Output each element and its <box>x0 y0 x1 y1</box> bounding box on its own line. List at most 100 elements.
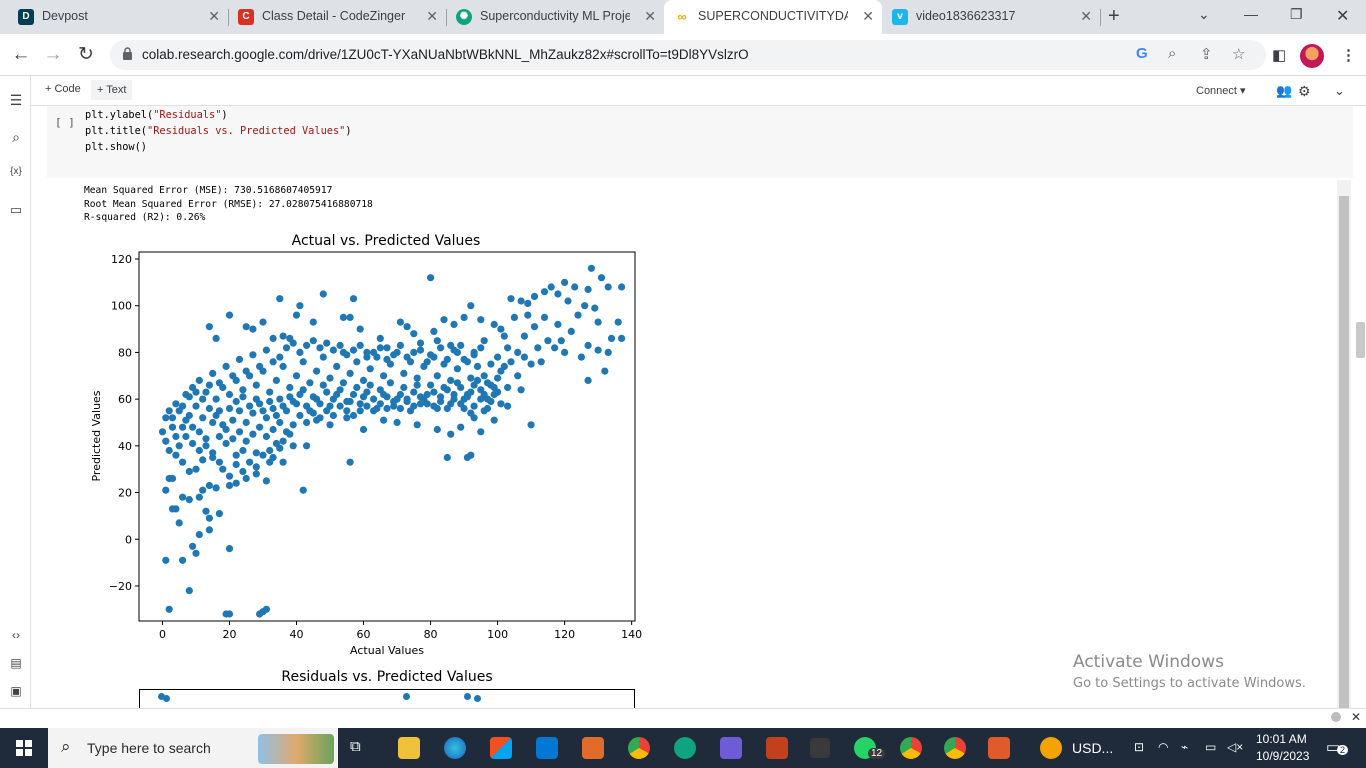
close-icon[interactable]: ✕ <box>426 8 438 24</box>
run-cell-button[interactable]: [ ] <box>55 116 75 129</box>
tab-superconductivitydata[interactable]: ∞ SUPERCONDUCTIVITYDATA ✕ <box>664 0 882 34</box>
search-placeholder[interactable]: Type here to search <box>87 740 211 756</box>
x-tick-label: 140 <box>621 628 642 641</box>
bookmark-star-icon[interactable]: ☆ <box>1232 45 1245 63</box>
scatter-point <box>534 344 542 352</box>
scatter-point <box>246 458 254 466</box>
search-icon[interactable]: ⌕ <box>7 129 25 146</box>
kebab-menu-icon[interactable]: ⋮ <box>1341 46 1356 64</box>
table-of-contents-icon[interactable]: ☰ <box>7 92 25 109</box>
scatter-point <box>383 344 391 352</box>
clock-date[interactable]: 10/9/2023 <box>1256 749 1309 763</box>
back-button[interactable]: ← <box>8 42 34 68</box>
new-tab-button[interactable]: + <box>1108 5 1120 28</box>
taskbar-search-box[interactable]: ⌕ Type here to search <box>48 728 338 768</box>
settings-app-icon[interactable] <box>766 737 788 759</box>
command-palette-icon[interactable]: ▤ <box>7 656 25 670</box>
data-points <box>158 264 626 618</box>
scatter-point <box>306 379 314 387</box>
add-code-button[interactable]: + Code <box>45 83 81 95</box>
chatgpt-app-icon[interactable] <box>674 737 696 759</box>
code-line[interactable]: plt.show() <box>85 141 147 153</box>
terminal-icon[interactable]: ▣ <box>7 684 25 698</box>
share-users-icon[interactable]: 👥 <box>1276 83 1292 99</box>
network-icon[interactable]: ⌁ <box>1181 740 1188 754</box>
settings-gear-icon[interactable]: ⚙ <box>1298 83 1311 100</box>
profile-avatar[interactable] <box>1300 44 1324 68</box>
side-panel-icon[interactable]: ◧ <box>1272 46 1286 64</box>
scatter-point <box>420 395 428 403</box>
file-explorer-icon[interactable] <box>398 737 420 759</box>
scatter-point <box>279 362 287 370</box>
output-scrollbar-thumb[interactable] <box>1339 196 1349 708</box>
chrome-profile-icon[interactable] <box>900 737 922 759</box>
battery-icon[interactable]: ▭ <box>1205 740 1216 754</box>
forward-button[interactable]: → <box>40 42 66 68</box>
scatter-point <box>527 421 535 429</box>
scatter-point <box>460 313 468 321</box>
scatter-point <box>202 442 210 450</box>
wifi-icon[interactable]: ◠ <box>1158 740 1168 754</box>
scatter-point <box>544 337 552 345</box>
tab-devpost[interactable]: D Devpost ✕ <box>8 0 228 34</box>
snipping-tool-icon[interactable] <box>988 737 1010 759</box>
microsoft-store-icon[interactable] <box>490 737 512 759</box>
scatter-point <box>319 381 327 389</box>
code-line[interactable]: plt.title("Residuals vs. Predicted Value… <box>85 125 352 137</box>
chrome-profile-icon[interactable] <box>944 737 966 759</box>
search-highlight-image[interactable] <box>258 734 334 764</box>
restore-button[interactable]: ❐ <box>1290 6 1303 23</box>
minimize-button[interactable]: — <box>1244 6 1258 22</box>
connect-button[interactable]: Connect ▾ <box>1196 84 1246 97</box>
collapse-chevron-icon[interactable]: ⌄ <box>1334 83 1345 99</box>
close-icon[interactable]: ✕ <box>644 8 656 24</box>
meet-now-icon[interactable]: ⊡ <box>1134 740 1144 754</box>
app-icon[interactable] <box>720 737 742 759</box>
terminal-app-icon[interactable] <box>810 738 830 758</box>
share-icon[interactable]: ⇪ <box>1200 45 1213 63</box>
close-icon[interactable]: ✕ <box>1351 710 1361 724</box>
close-icon[interactable]: ✕ <box>1080 8 1092 24</box>
reload-button[interactable]: ↻ <box>73 42 99 68</box>
code-snippets-icon[interactable]: ‹› <box>7 628 25 642</box>
tab-codezinger[interactable]: C Class Detail - CodeZinger ✕ <box>228 0 446 34</box>
page-scrollbar-thumb[interactable] <box>1356 322 1365 358</box>
scatter-point <box>520 353 528 361</box>
code-line[interactable]: plt.ylabel("Residuals") <box>85 109 228 121</box>
task-view-icon[interactable]: ⧉ <box>350 738 361 755</box>
close-icon[interactable]: ✕ <box>208 8 220 24</box>
horizontal-scrollbar[interactable]: ✕ <box>0 708 1366 728</box>
chrome-icon[interactable] <box>628 737 650 759</box>
windows-start-icon[interactable] <box>16 740 32 756</box>
mail-icon[interactable] <box>536 737 558 759</box>
x-tick-label: 100 <box>487 628 508 641</box>
scatter-point <box>453 365 461 373</box>
scatter-point <box>219 421 227 429</box>
zoom-icon[interactable]: ⌕ <box>1168 45 1176 62</box>
scatter-point <box>195 493 203 501</box>
add-text-button[interactable]: + Text <box>91 80 133 100</box>
watermark-title: Activate Windows <box>1073 652 1224 672</box>
lock-icon[interactable] <box>122 47 133 60</box>
codezinger-icon: C <box>238 9 254 25</box>
address-bar[interactable]: colab.research.google.com/drive/1ZU0cT-Y… <box>110 40 1266 70</box>
volume-muted-icon[interactable]: ◁× <box>1227 740 1243 754</box>
tab-superconductivity[interactable]: ✺ Superconductivity ML Proje ✕ <box>446 0 664 34</box>
clock-time[interactable]: 10:01 AM <box>1256 732 1307 746</box>
close-window-button[interactable]: ✕ <box>1336 6 1349 26</box>
tab-search-icon[interactable]: ⌄ <box>1198 6 1210 23</box>
scatter-point <box>433 372 441 380</box>
media-player-icon[interactable] <box>582 737 604 759</box>
scatter-point <box>403 323 411 331</box>
close-icon[interactable]: ✕ <box>862 8 874 24</box>
files-folder-icon[interactable]: ▭ <box>7 202 25 218</box>
google-translate-icon[interactable]: G <box>1136 45 1148 62</box>
scatter-point <box>303 442 311 450</box>
scatter-point <box>359 425 368 434</box>
variables-icon[interactable]: {x} <box>7 166 25 177</box>
tab-video[interactable]: v video1836623317 ✕ <box>882 0 1100 34</box>
code-cell[interactable]: [ ] plt.ylabel("Residuals") plt.title("R… <box>47 106 1353 178</box>
currency-widget[interactable]: USD... <box>1072 740 1113 756</box>
url-text[interactable]: colab.research.google.com/drive/1ZU0cT-Y… <box>142 47 749 62</box>
edge-browser-icon[interactable] <box>444 737 466 759</box>
